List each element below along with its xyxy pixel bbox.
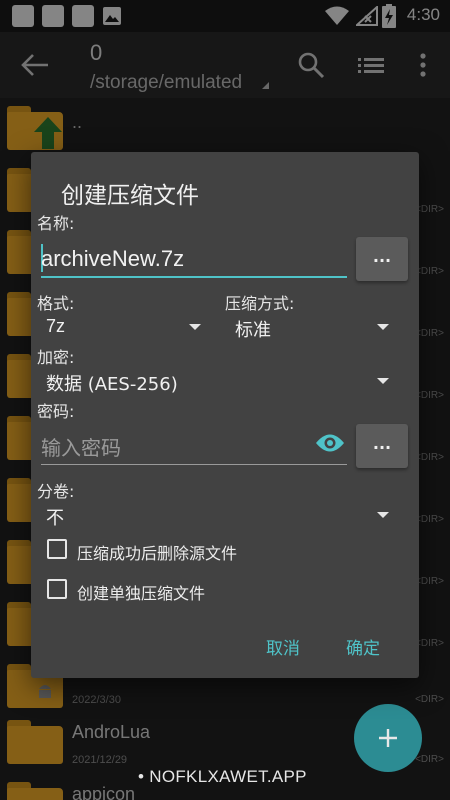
split-dropdown-icon[interactable] xyxy=(377,512,389,518)
encryption-label: 加密: xyxy=(37,348,75,367)
create-archive-dialog: 创建压缩文件 名称: archiveNew.7z ... 格式: 7z 压缩方式… xyxy=(31,152,419,678)
encryption-dropdown-icon[interactable] xyxy=(377,378,389,384)
encryption-select[interactable]: 数据 (AES-256) xyxy=(46,370,178,396)
password-options-button[interactable]: ... xyxy=(356,424,408,468)
delete-source-label[interactable]: 压缩成功后删除源文件 xyxy=(77,540,237,564)
browse-name-button[interactable]: ... xyxy=(356,237,408,281)
watermark-text: • NOFKLXAWET.APP xyxy=(138,767,307,786)
method-dropdown-icon[interactable] xyxy=(377,324,389,330)
split-volume-label: 分卷: xyxy=(37,482,75,501)
separate-archives-label[interactable]: 创建单独压缩文件 xyxy=(77,580,205,604)
separate-archives-checkbox[interactable] xyxy=(47,579,67,599)
password-label: 密码: xyxy=(37,402,75,421)
name-label: 名称: xyxy=(37,214,75,233)
compression-method-label: 压缩方式: xyxy=(225,294,295,313)
plus-icon xyxy=(379,729,397,747)
show-password-eye-icon[interactable] xyxy=(315,432,345,454)
compression-method-select[interactable]: 标准 xyxy=(235,316,271,342)
format-dropdown-icon[interactable] xyxy=(189,324,201,330)
delete-source-checkbox[interactable] xyxy=(47,539,67,559)
format-select[interactable]: 7z xyxy=(46,316,65,337)
name-input-underline xyxy=(41,276,347,278)
format-label: 格式: xyxy=(37,294,75,313)
ok-button[interactable]: 确定 xyxy=(346,634,380,659)
split-volume-select[interactable]: 不 xyxy=(46,504,64,530)
dialog-title: 创建压缩文件 xyxy=(61,183,199,209)
password-input-underline xyxy=(41,464,347,465)
cancel-button[interactable]: 取消 xyxy=(266,634,300,659)
password-input[interactable]: 输入密码 xyxy=(41,432,121,461)
add-fab-button[interactable] xyxy=(354,704,422,772)
archive-name-input[interactable]: archiveNew.7z xyxy=(41,246,184,272)
